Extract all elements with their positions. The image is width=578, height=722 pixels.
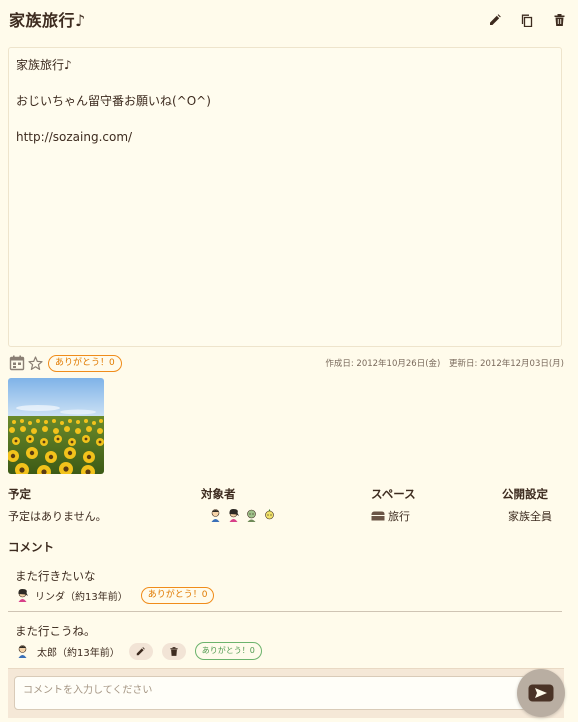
body-line <box>16 110 554 128</box>
comment-author: リンダ（約13年前） <box>35 592 128 603</box>
updated-date: 更新日: 2012年12月03日(月) <box>449 359 564 369</box>
post-dates: 作成日: 2012年10月26日(金) 更新日: 2012年12月03日(月) <box>325 357 564 369</box>
trash-icon <box>170 646 178 656</box>
post-title: 家族旅行♪ <box>9 11 86 30</box>
avatar-girl-icon[interactable] <box>226 508 241 523</box>
body-line <box>16 74 554 92</box>
comment-text: また行きたいな <box>15 569 96 583</box>
send-icon <box>528 684 554 702</box>
send-button[interactable] <box>517 669 565 717</box>
folder-icon <box>371 511 385 521</box>
target-label: 対象者 <box>201 487 236 501</box>
body-link[interactable]: http://sozaing.com/ <box>16 128 554 146</box>
comments-heading: コメント <box>8 540 54 554</box>
space-value[interactable]: 旅行 <box>371 508 416 524</box>
schedule-label: 予定 <box>8 487 31 501</box>
comment-input[interactable] <box>14 676 526 710</box>
space-section: スペース 旅行 <box>371 486 416 524</box>
comment-edit-button[interactable] <box>128 642 153 660</box>
comment-item: また行きたいな リンダ（約13年前） ありがとう！0 <box>8 568 562 604</box>
comment-text: また行こうね。 <box>15 624 96 638</box>
visibility-value: 家族全員 <box>508 510 552 523</box>
comment-composer <box>8 668 564 718</box>
post-actions <box>487 12 567 28</box>
target-section: 対象者 <box>201 486 277 523</box>
comment-thanks-button[interactable]: ありがとう！0 <box>140 587 215 604</box>
avatar-grandma-icon[interactable] <box>262 508 277 523</box>
schedule-section: 予定 予定はありません。 <box>8 486 107 524</box>
edit-icon[interactable] <box>487 12 503 28</box>
body-line: おじいちゃん留守番お願いね(^O^) <box>16 94 211 108</box>
copy-icon[interactable] <box>519 12 535 28</box>
avatar-boy-icon <box>18 644 27 658</box>
visibility-label: 公開設定 <box>502 487 548 501</box>
star-icon[interactable] <box>28 355 43 371</box>
calendar-icon[interactable] <box>9 355 25 371</box>
visibility-section: 公開設定 家族全員 <box>502 486 552 524</box>
attached-photo[interactable] <box>8 378 104 474</box>
comment-item: また行こうね。 太郎（約13年前） ありがとう！0 <box>8 623 562 660</box>
trash-icon[interactable] <box>551 12 567 28</box>
post-header: 家族旅行♪ <box>9 10 569 34</box>
thanks-button[interactable]: ありがとう！0 <box>48 354 122 372</box>
avatar-girl-icon <box>18 588 28 602</box>
edit-icon <box>136 646 146 655</box>
comment-delete-button[interactable] <box>161 642 186 660</box>
comment-author: 太郎（約13年前） <box>37 647 120 659</box>
post-body: 家族旅行♪ おじいちゃん留守番お願いね(^O^) http://sozaing.… <box>8 47 562 347</box>
avatar-elder-icon[interactable] <box>244 508 259 523</box>
created-date: 作成日: 2012年10月26日(金) <box>325 359 441 369</box>
comment-meta: 太郎（約13年前） ありがとう！0 <box>15 642 555 660</box>
comment-meta: リンダ（約13年前） ありがとう！0 <box>15 587 555 604</box>
schedule-value: 予定はありません。 <box>8 510 107 523</box>
target-avatars <box>208 508 277 523</box>
post-meta: ありがとう！0 作成日: 2012年10月26日(金) 更新日: 2012年12… <box>9 354 564 372</box>
space-label: スペース <box>371 487 416 501</box>
space-name: 旅行 <box>388 510 410 523</box>
avatar-boy-icon[interactable] <box>208 508 223 523</box>
body-line: 家族旅行♪ <box>16 58 72 72</box>
comment-thanks-button[interactable]: ありがとう！0 <box>194 642 262 660</box>
comment-divider <box>8 611 562 612</box>
